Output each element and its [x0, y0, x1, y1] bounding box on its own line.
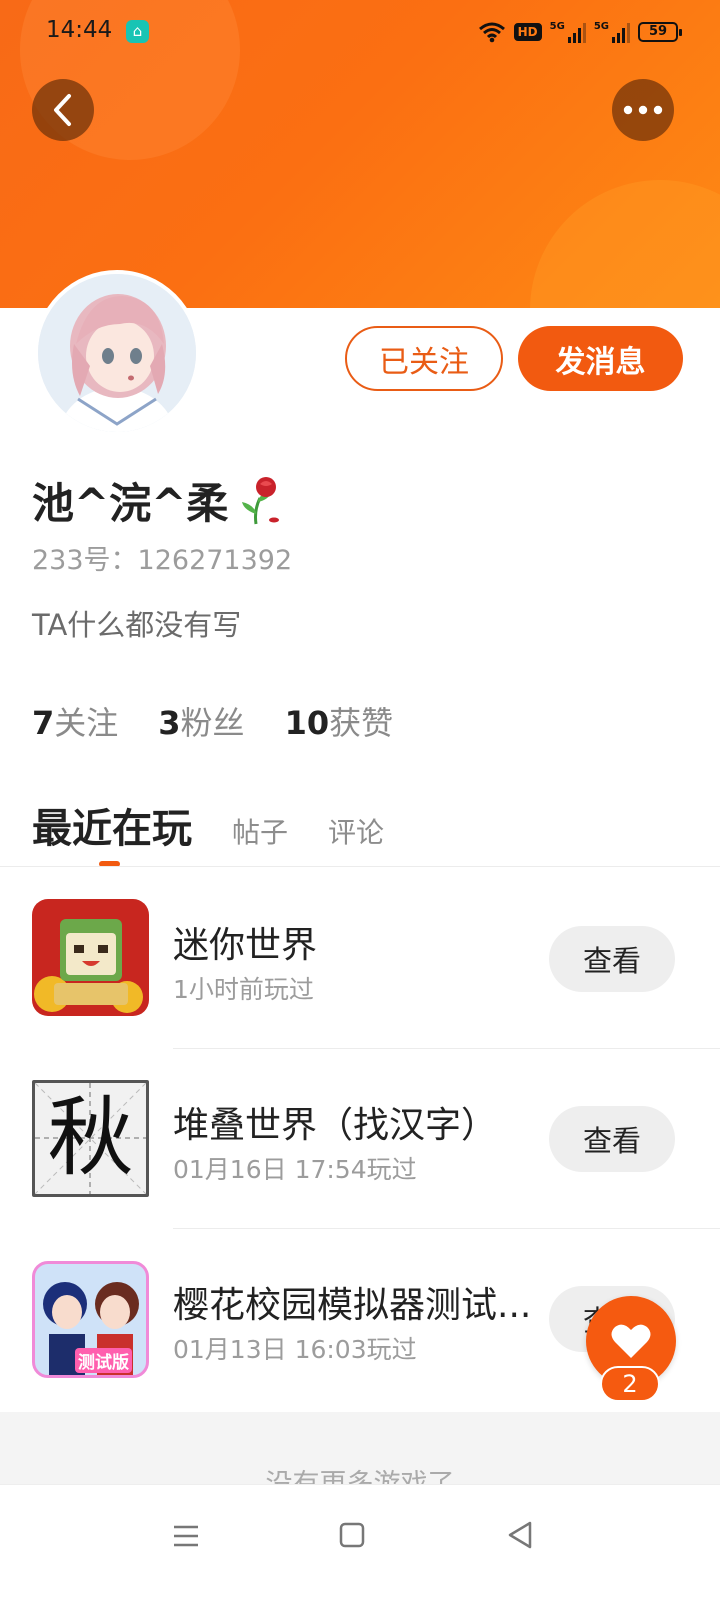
game-list-item[interactable]: 秋 堆叠世界（找汉字） 01月16日 17:54玩过 查看: [0, 1048, 720, 1229]
game-name: 迷你世界: [173, 925, 318, 966]
game-played-time: 01月16日 17:54玩过: [173, 1155, 417, 1184]
view-button[interactable]: 查看: [549, 1106, 675, 1172]
send-message-button[interactable]: 发消息: [518, 326, 683, 391]
user-bio: TA什么都没有写: [32, 608, 242, 642]
icon-character: 秋: [47, 1088, 134, 1188]
game-list-item[interactable]: 迷你世界 1小时前玩过 查看: [0, 868, 720, 1049]
menu-icon[interactable]: [166, 1515, 206, 1555]
stat-label: 获赞: [329, 704, 394, 742]
no-more-games-text: 没有更多游戏了: [0, 1462, 720, 1484]
heart-icon: [611, 1324, 651, 1358]
stat-number: 3: [158, 704, 181, 742]
test-version-badge: 测试版: [75, 1348, 132, 1373]
username-row: 池^浣^柔: [32, 470, 282, 531]
user-id: 233号：126271392: [32, 545, 293, 576]
banner-decoration: [530, 180, 720, 308]
status-icons: HD 5G 5G 59: [478, 18, 682, 46]
following-stat[interactable]: 7关注: [32, 698, 118, 744]
view-button[interactable]: 查看: [549, 926, 675, 992]
game-name: 樱花校园模拟器测试...: [173, 1285, 532, 1326]
sakura-school-icon: 测试版: [32, 1261, 149, 1378]
tab-recently-played[interactable]: 最近在玩: [32, 796, 192, 854]
game-name: 堆叠世界（找汉字）: [173, 1105, 498, 1146]
chinese-character-qiu-icon: 秋: [32, 1080, 149, 1197]
likes-stat[interactable]: 10获赞: [285, 698, 394, 744]
more-dots-icon: [623, 105, 663, 115]
tab-comments[interactable]: 评论: [328, 811, 384, 851]
avatar[interactable]: [34, 270, 200, 436]
signal-icon: 5G: [594, 21, 630, 43]
status-time: 14:44: [46, 17, 113, 43]
list-footer: 没有更多游戏了: [0, 1412, 720, 1484]
square-home-icon[interactable]: [332, 1515, 372, 1555]
divider: [0, 866, 720, 867]
wilted-rose-icon: [242, 476, 280, 524]
stat-label: 粉丝: [180, 704, 245, 742]
status-bar: 14:44 ⌂ HD 5G 5G 59: [0, 0, 720, 62]
wifi-icon: [478, 22, 505, 43]
followers-stat[interactable]: 3粉丝: [158, 698, 244, 744]
back-button[interactable]: [32, 79, 94, 141]
stats-row: 7关注 3粉丝 10获赞: [32, 698, 393, 744]
game-played-time: 1小时前玩过: [173, 975, 314, 1004]
chevron-left-icon: [54, 94, 71, 126]
hd-voice-icon: HD: [513, 23, 542, 41]
profile-tabs: 最近在玩 帖子 评论: [32, 796, 384, 854]
system-nav-bar: [0, 1484, 720, 1600]
anime-girl-avatar: [38, 274, 196, 432]
following-button[interactable]: 已关注: [345, 326, 503, 391]
stat-number: 7: [32, 704, 55, 742]
mini-world-icon: [32, 899, 149, 1016]
tab-posts[interactable]: 帖子: [232, 811, 288, 851]
stat-number: 10: [284, 704, 330, 742]
battery-icon: 59: [638, 22, 682, 42]
triangle-back-icon[interactable]: [500, 1515, 540, 1555]
home-app-icon: ⌂: [126, 20, 149, 43]
game-played-time: 01月13日 16:03玩过: [173, 1335, 417, 1364]
like-count-badge: 2: [600, 1366, 660, 1402]
username: 池^浣^柔: [32, 479, 229, 528]
stat-label: 关注: [54, 704, 119, 742]
signal-icon: 5G: [550, 21, 586, 43]
more-button[interactable]: [612, 79, 674, 141]
